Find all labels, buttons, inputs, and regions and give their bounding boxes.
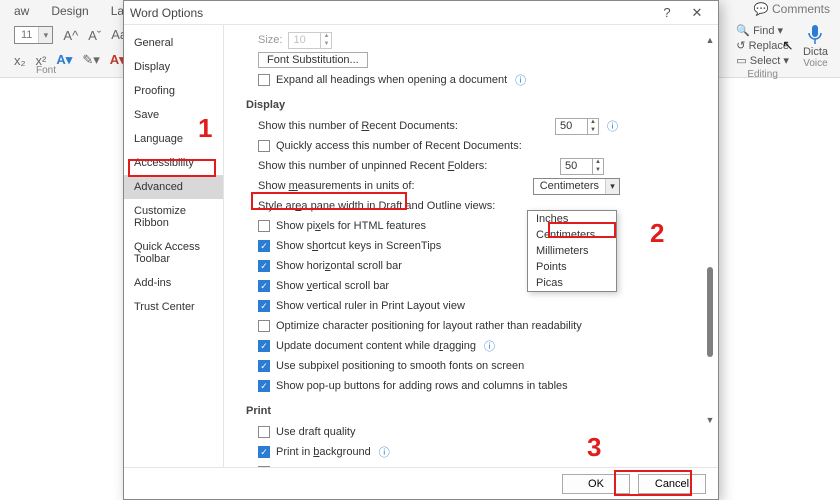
style-area-label: Style area pane width in Draft and Outli… <box>258 200 495 212</box>
options-content: Size: 10 ▲▼ Font Substitution... Expand … <box>224 25 718 467</box>
unit-option-inches[interactable]: Inches <box>528 211 616 227</box>
tab-draw[interactable]: aw <box>10 4 33 18</box>
update-dragging-checkbox[interactable] <box>258 340 270 352</box>
select-button[interactable]: ▭ Select ▾ <box>736 54 789 67</box>
shortcut-keys-checkbox[interactable] <box>258 240 270 252</box>
size-label: Size: <box>258 34 282 46</box>
content-scrollbar[interactable]: ▲ ▼ <box>704 35 716 427</box>
vruler-label: Show vertical ruler in Print Layout view <box>276 300 465 312</box>
quick-access-recent-checkbox[interactable] <box>258 140 270 152</box>
cancel-button[interactable]: Cancel <box>638 474 706 494</box>
subpixel-label: Use subpixel positioning to smooth fonts… <box>276 360 524 372</box>
scroll-down-arrow[interactable]: ▼ <box>704 415 716 427</box>
pixels-html-checkbox[interactable] <box>258 220 270 232</box>
ok-button[interactable]: OK <box>562 474 630 494</box>
decrease-font-icon[interactable]: Aˇ <box>88 28 101 43</box>
popup-buttons-label: Show pop-up buttons for adding rows and … <box>276 380 568 392</box>
recent-folders-label: Show this number of unpinned Recent Fold… <box>258 160 487 172</box>
optimize-positioning-label: Optimize character positioning for layou… <box>276 320 582 332</box>
section-print: Print <box>246 405 704 417</box>
unit-option-points[interactable]: Points <box>528 259 616 275</box>
measurement-units-label: Show measurements in units of: <box>258 180 415 192</box>
popup-buttons-checkbox[interactable] <box>258 380 270 392</box>
draft-quality-label: Use draft quality <box>276 426 355 438</box>
chevron-down-icon: ▾ <box>605 179 619 194</box>
measurement-units-dropdown[interactable]: Inches Centimeters Millimeters Points Pi… <box>527 210 617 292</box>
print-reverse-label: Print pages in reverse order <box>276 466 412 467</box>
sidebar-item-accessibility[interactable]: Accessibility <box>124 151 223 175</box>
optimize-positioning-checkbox[interactable] <box>258 320 270 332</box>
print-background-label: Print in background <box>276 446 371 458</box>
recent-folders-input[interactable]: 50 ▲▼ <box>560 158 604 175</box>
font-size-combo[interactable]: 11 ▾ <box>14 26 53 44</box>
mouse-cursor-icon: ↖ <box>782 37 794 54</box>
vscroll-label: Show vertical scroll bar <box>276 280 389 292</box>
info-icon[interactable]: ⓘ <box>515 72 526 88</box>
expand-headings-checkbox[interactable] <box>258 74 270 86</box>
help-button[interactable]: ? <box>652 5 682 20</box>
update-dragging-label: Update document content while dragging <box>276 340 476 352</box>
sidebar-item-addins[interactable]: Add-ins <box>124 271 223 295</box>
sidebar-item-general[interactable]: General <box>124 31 223 55</box>
sidebar-item-qat[interactable]: Quick Access Toolbar <box>124 235 223 271</box>
text-effects-icon[interactable]: A▾ <box>56 52 72 68</box>
shortcut-keys-label: Show shortcut keys in ScreenTips <box>276 240 441 252</box>
vscroll-checkbox[interactable] <box>258 280 270 292</box>
sidebar-item-trust-center[interactable]: Trust Center <box>124 295 223 319</box>
unit-option-picas[interactable]: Picas <box>528 275 616 291</box>
increase-font-icon[interactable]: A^ <box>63 28 78 43</box>
hscroll-checkbox[interactable] <box>258 260 270 272</box>
print-background-checkbox[interactable] <box>258 446 270 458</box>
measurement-units-combo[interactable]: Centimeters ▾ <box>533 178 620 195</box>
sidebar-item-language[interactable]: Language <box>124 127 223 151</box>
dialog-footer: OK Cancel <box>124 467 718 499</box>
options-sidebar: General Display Proofing Save Language A… <box>124 25 224 467</box>
vruler-checkbox[interactable] <box>258 300 270 312</box>
pixels-html-label: Show pixels for HTML features <box>276 220 426 232</box>
font-size-value: 11 <box>15 29 38 41</box>
scroll-up-arrow[interactable]: ▲ <box>704 35 716 47</box>
scrollbar-thumb[interactable] <box>707 267 713 357</box>
microphone-icon <box>806 24 824 46</box>
print-reverse-checkbox[interactable] <box>258 466 270 467</box>
sidebar-item-advanced[interactable]: Advanced <box>124 175 223 199</box>
dialog-title: Word Options <box>130 6 652 20</box>
recent-docs-label: Show this number of Recent Documents: <box>258 120 458 132</box>
voice-caption: Voice <box>803 58 827 69</box>
quick-access-recent-label: Quickly access this number of Recent Doc… <box>276 140 522 152</box>
font-substitution-button[interactable]: Font Substitution... <box>258 52 368 68</box>
section-display: Display <box>246 99 704 111</box>
highlight-icon[interactable]: ✎▾ <box>82 52 99 68</box>
info-icon[interactable]: ⓘ <box>379 444 390 460</box>
sidebar-item-save[interactable]: Save <box>124 103 223 127</box>
tab-design[interactable]: Design <box>47 4 92 18</box>
unit-option-centimeters[interactable]: Centimeters <box>528 227 616 243</box>
ribbon-group-font: Font <box>36 65 56 76</box>
recent-docs-input[interactable]: 50 ▲▼ <box>555 118 599 135</box>
word-options-dialog: Word Options ? ✕ General Display Proofin… <box>123 0 719 500</box>
find-button[interactable]: 🔍 Find ▾ <box>736 24 783 37</box>
info-icon[interactable]: ⓘ <box>607 118 618 134</box>
sidebar-item-proofing[interactable]: Proofing <box>124 79 223 103</box>
editing-caption: Editing <box>747 69 778 80</box>
sidebar-item-customize-ribbon[interactable]: Customize Ribbon <box>124 199 223 235</box>
draft-quality-checkbox[interactable] <box>258 426 270 438</box>
sidebar-item-display[interactable]: Display <box>124 55 223 79</box>
info-icon[interactable]: ⓘ <box>484 338 495 354</box>
hscroll-label: Show horizontal scroll bar <box>276 260 402 272</box>
expand-headings-label: Expand all headings when opening a docum… <box>276 74 507 86</box>
chevron-down-icon: ▾ <box>38 27 52 43</box>
dialog-titlebar: Word Options ? ✕ <box>124 1 718 25</box>
comments-button[interactable]: 💬 Comments <box>748 0 836 18</box>
unit-option-millimeters[interactable]: Millimeters <box>528 243 616 259</box>
close-button[interactable]: ✕ <box>682 5 712 21</box>
subscript-icon[interactable]: x₂ <box>14 53 26 68</box>
size-input[interactable]: 10 ▲▼ <box>288 32 332 49</box>
subpixel-checkbox[interactable] <box>258 360 270 372</box>
dictate-button[interactable]: Dicta Voice <box>803 24 828 80</box>
